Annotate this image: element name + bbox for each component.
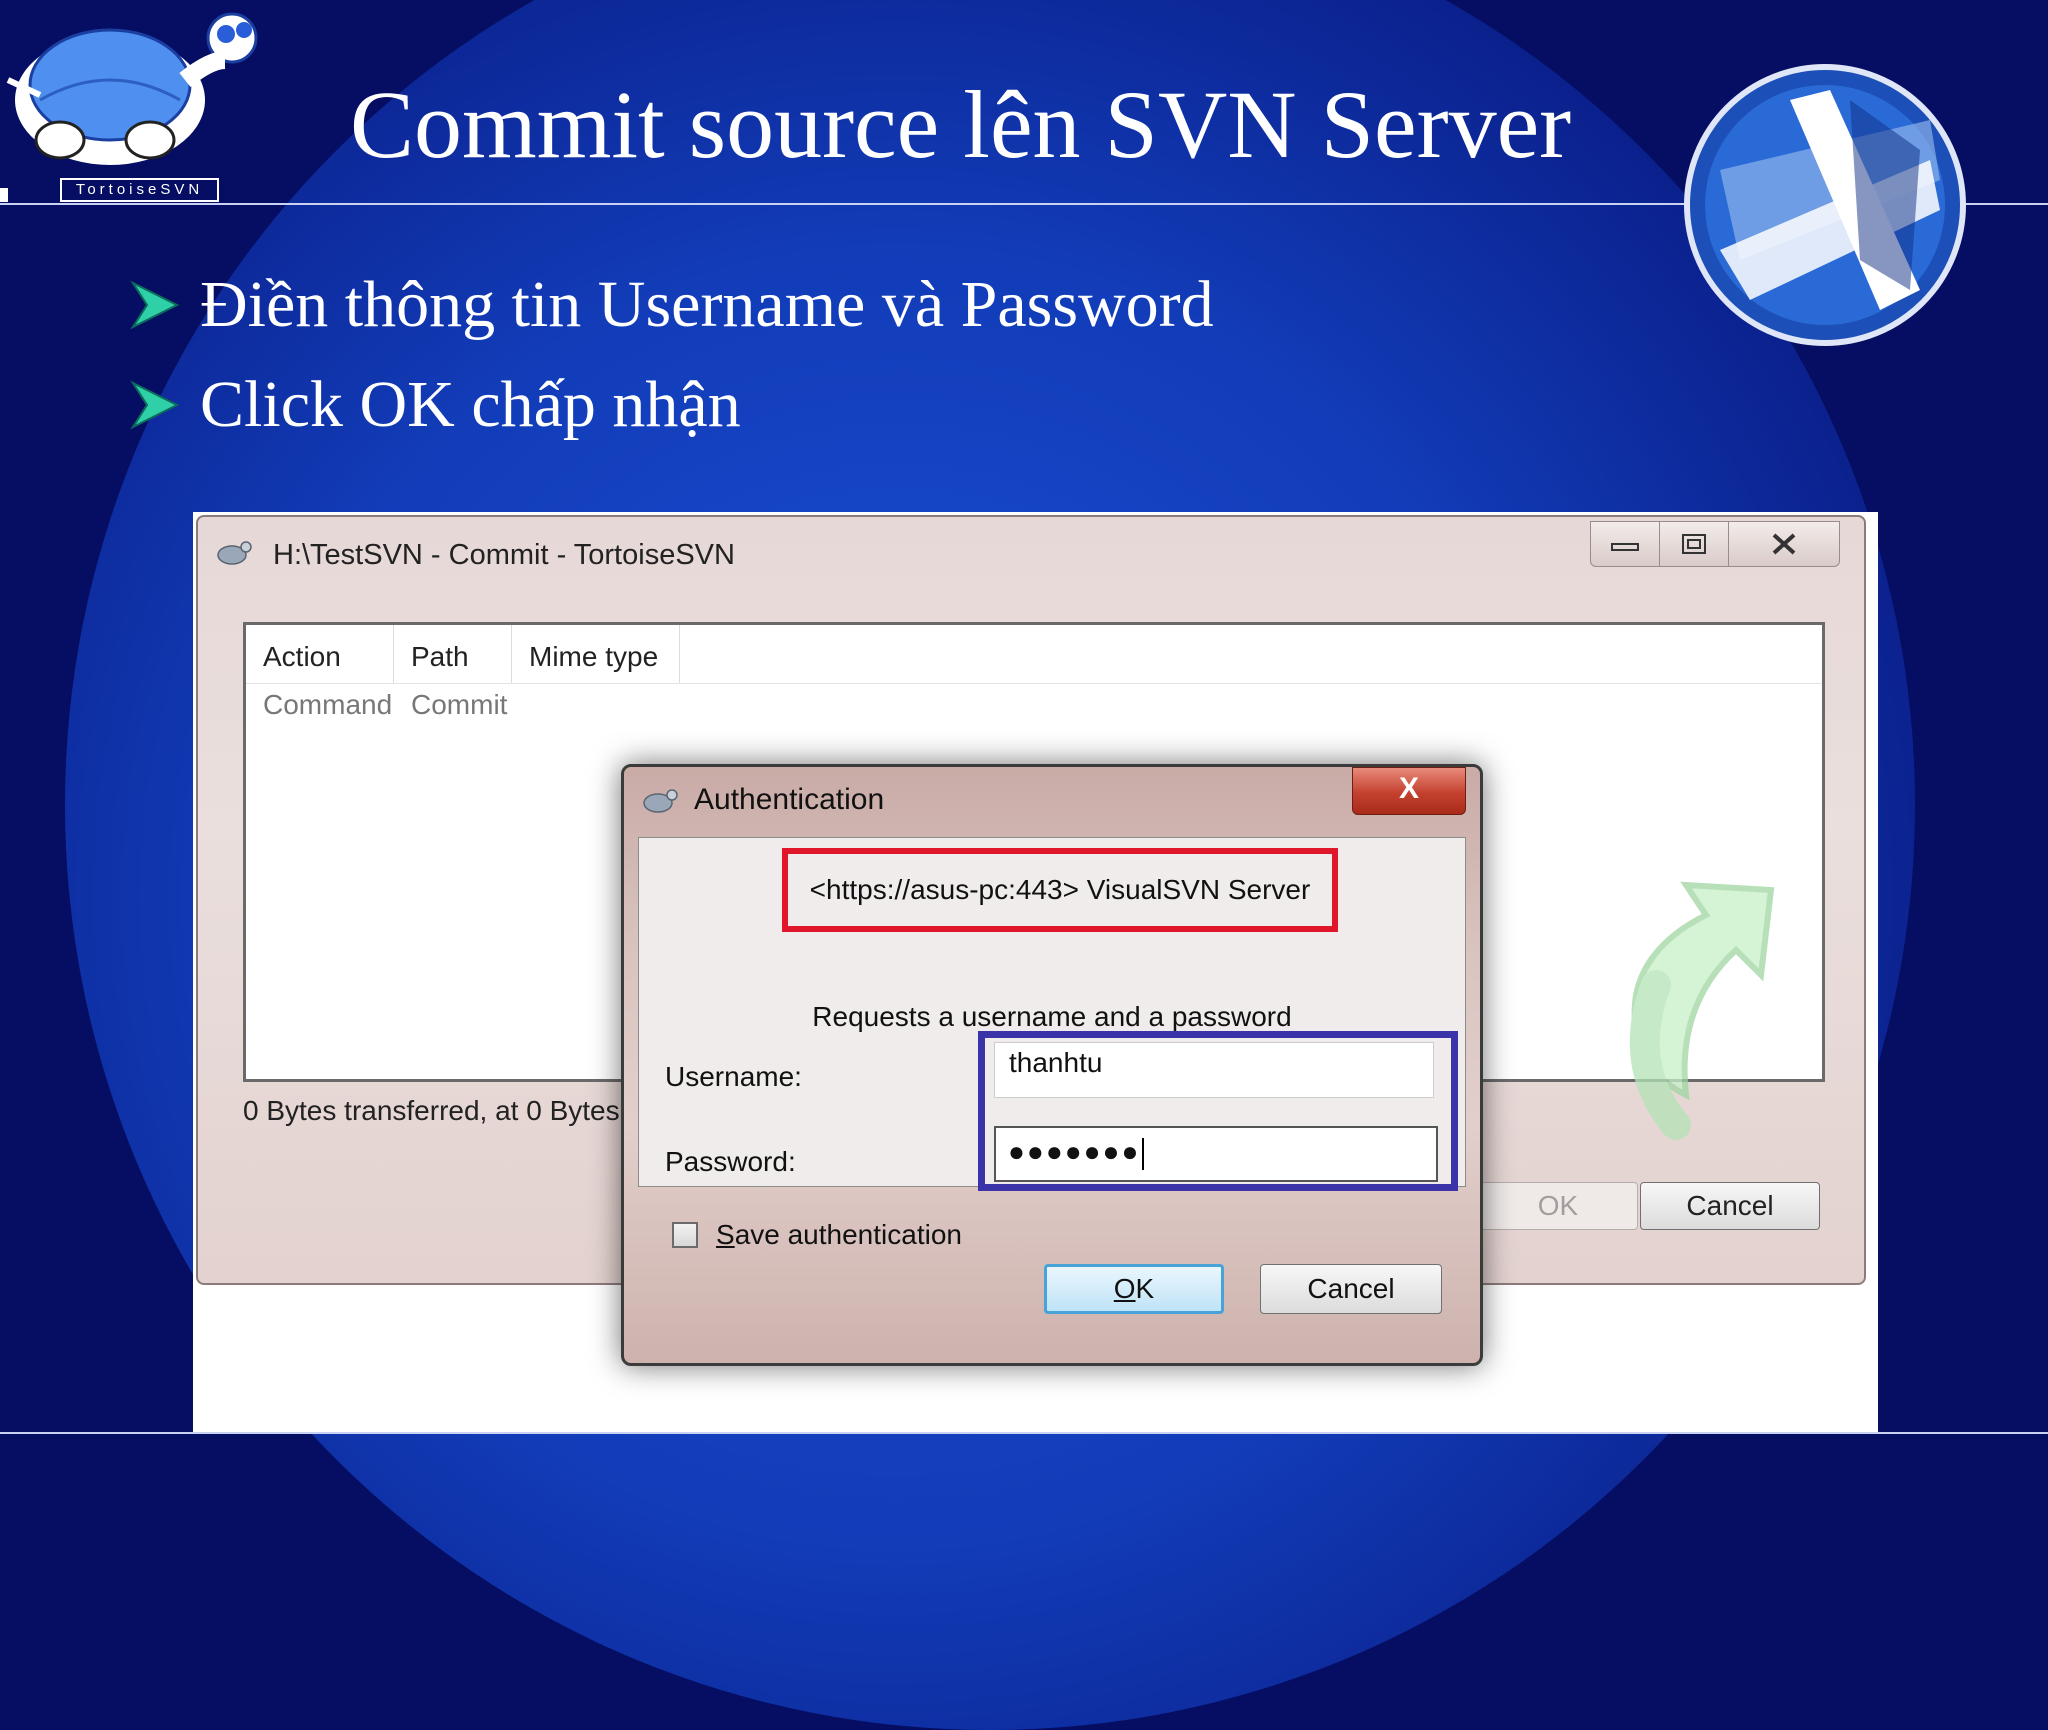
window-controls [1590,521,1840,567]
table-row[interactable]: Command Commit [246,689,680,721]
auth-ok-button[interactable]: OK [1044,1264,1224,1314]
commit-arrow-icon [1629,881,1775,1140]
username-field[interactable]: thanhtu [994,1042,1434,1098]
password-label: Password: [665,1146,796,1177]
bullet-text: Click OK chấp nhận [200,368,741,441]
cell-mime-type [512,689,680,721]
cell-path: Commit [411,689,508,720]
column-header-action[interactable]: Action [246,625,394,683]
arrow-bullet-icon [130,280,180,330]
tortoisesvn-logo: TortoiseSVN [0,0,280,205]
save-label-mnemonic: S [716,1219,735,1250]
dialog-close-button[interactable]: X [1352,767,1466,815]
globe-icon [1680,60,1970,350]
close-button[interactable] [1729,521,1840,567]
ok-mnemonic: O [1113,1273,1136,1304]
password-mask: ●●●●●●● [1008,1136,1141,1167]
bullet-item: Click OK chấp nhận [125,355,1214,455]
bullet-item: Điền thông tin Username và Password [125,255,1214,355]
transfer-status: 0 Bytes transferred, at 0 Bytes [243,1095,620,1126]
minimize-icon [1611,543,1639,551]
tortoise-icon [217,541,252,565]
auth-cancel-button[interactable]: Cancel [1260,1264,1442,1314]
request-message: Requests a username and a password [812,1001,1292,1032]
dialog-title: Authentication [694,783,885,816]
footer-divider [0,1432,2048,1434]
close-icon: X [1398,772,1419,805]
logo-caption: TortoiseSVN [60,178,219,202]
save-authentication-row[interactable]: Save authentication [672,1219,962,1251]
turtle-icon [0,12,258,202]
slide-title: Commit source lên SVN Server [350,71,1572,178]
realm-highlight-box: <https://asus-pc:443> VisualSVN Server [782,848,1338,932]
save-authentication-checkbox[interactable] [672,1222,698,1248]
commit-cancel-button[interactable]: Cancel [1640,1182,1820,1230]
embedded-screenshot: H:\TestSVN - Commit - TortoiseSVN Action… [193,512,1878,1432]
minimize-button[interactable] [1590,521,1660,567]
bullet-list: Điền thông tin Username và Password Clic… [125,255,1214,455]
realm-text: <https://asus-pc:443> VisualSVN Server [809,874,1311,905]
authentication-dialog: Authentication X <https://asus-pc:443> V… [621,764,1483,1366]
text-caret [1142,1137,1145,1170]
cell-action: Command [263,689,393,720]
close-icon [1772,533,1796,555]
maximize-icon [1682,534,1706,554]
arrow-bullet-icon [130,380,180,430]
password-field[interactable]: ●●●●●●● [994,1126,1438,1182]
column-header-path[interactable]: Path [394,625,512,683]
save-label-rest: ave authentication [734,1219,962,1250]
bullet-text: Điền thông tin Username và Password [200,268,1214,341]
list-header: Action Path Mime type [246,625,1822,684]
tortoise-icon [643,789,678,813]
commit-ok-button[interactable]: OK [1478,1182,1638,1230]
maximize-button[interactable] [1660,521,1729,567]
column-header-mime-type[interactable]: Mime type [512,625,680,683]
dialog-body: <https://asus-pc:443> VisualSVN Server R… [638,837,1466,1191]
window-title: H:\TestSVN - Commit - TortoiseSVN [273,539,735,571]
save-authentication-label: Save authentication [716,1219,962,1251]
username-label: Username: [665,1061,802,1092]
